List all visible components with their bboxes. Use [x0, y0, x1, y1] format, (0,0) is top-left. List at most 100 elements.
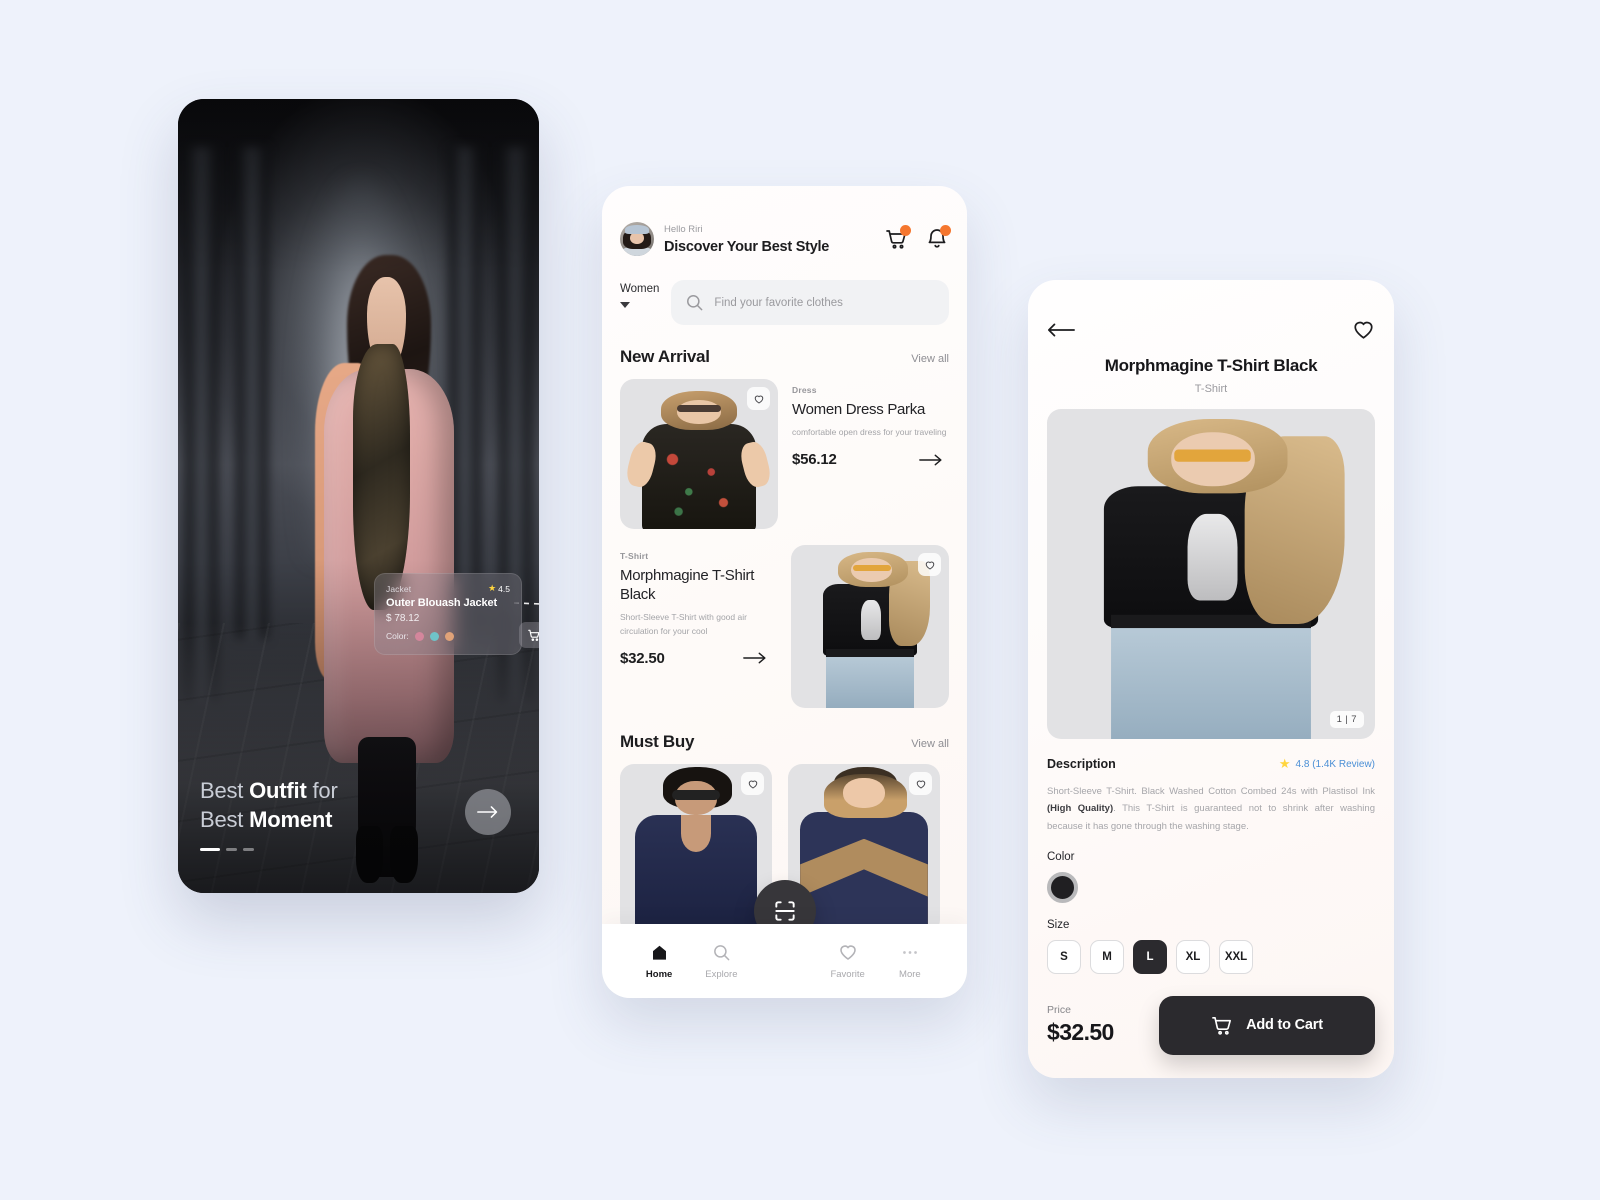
product-card[interactable]: T-Shirt Morphmagine T-Shirt Black Short-…	[620, 545, 949, 708]
phone-hero-screen: Jacket ★ 4.5 Outer Blouash Jacket $ 78.1…	[178, 99, 539, 893]
favorite-button[interactable]	[747, 387, 770, 410]
screenshot-canvas: Jacket ★ 4.5 Outer Blouash Jacket $ 78.1…	[0, 0, 1600, 1200]
cart-button[interactable]	[885, 225, 911, 251]
description-header: Description ★ 4.8 (1.4K Review)	[1047, 756, 1375, 772]
search-placeholder: Find your favorite clothes	[714, 296, 843, 309]
carousel-dot-active[interactable]	[200, 848, 220, 851]
arrow-right-icon[interactable]	[743, 652, 767, 664]
home-title: Discover Your Best Style	[664, 238, 830, 255]
description-text: Short-Sleeve T-Shirt. Black Washed Cotto…	[1047, 783, 1375, 835]
category-filter-dropdown[interactable]: Women	[620, 280, 659, 308]
heart-icon	[754, 395, 763, 404]
view-all-link[interactable]: View all	[911, 738, 949, 750]
tag-add-to-cart-button[interactable]	[519, 622, 539, 648]
product-tag-card[interactable]: Jacket ★ 4.5 Outer Blouash Jacket $ 78.1…	[374, 573, 539, 655]
add-to-cart-label: Add to Cart	[1246, 1017, 1323, 1034]
section-title: Must Buy	[620, 732, 695, 751]
cart-icon	[528, 629, 539, 641]
section-title: New Arrival	[620, 347, 710, 366]
detail-title-block: Morphmagine T-Shirt Black T-Shirt	[1047, 356, 1375, 395]
headline-l2-plain: Best	[200, 806, 250, 832]
home-header: Hello Riri Discover Your Best Style	[620, 186, 951, 256]
product-card[interactable]: Dress Women Dress Parka comfortable open…	[620, 379, 949, 529]
section-header-must-buy: Must Buy View all	[620, 732, 949, 752]
price-value: $32.50	[1047, 1019, 1114, 1046]
nav-item-explore[interactable]: Explore	[690, 943, 752, 980]
search-icon	[713, 944, 730, 960]
section-header-new-arrival: New Arrival View all	[620, 347, 949, 367]
favorite-button[interactable]	[1352, 318, 1375, 346]
favorite-button[interactable]	[741, 772, 764, 795]
search-row: Women Find your favorite clothes	[620, 280, 949, 325]
phone-detail-screen: Morphmagine T-Shirt Black T-Shirt 1 | 7	[1028, 280, 1394, 1078]
tag-title: Outer Blouash Jacket	[386, 597, 498, 609]
hero-headline: Best Outfit for Best Moment	[200, 776, 338, 834]
nav-item-home[interactable]: Home	[628, 943, 690, 980]
heart-icon	[925, 561, 934, 570]
color-swatch-black[interactable]	[1047, 871, 1078, 903]
product-hero-image[interactable]: 1 | 7	[1047, 409, 1375, 739]
carousel-indicator[interactable]	[200, 848, 338, 851]
hero-next-button[interactable]	[465, 789, 511, 835]
size-option-xl[interactable]: XL	[1176, 939, 1210, 974]
size-label: Size	[1047, 918, 1070, 931]
tag-category: Jacket	[386, 583, 412, 594]
color-swatch-teal[interactable]	[429, 631, 439, 641]
size-option-s[interactable]: S	[1047, 939, 1081, 974]
size-option-m[interactable]: M	[1090, 939, 1124, 974]
detail-footer: Price $32.50 Add to Cart	[1047, 995, 1375, 1055]
chevron-down-icon	[620, 302, 630, 308]
add-to-cart-button[interactable]: Add to Cart	[1159, 995, 1375, 1055]
product-description: comfortable open dress for your travelin…	[792, 427, 947, 438]
nav-label: Home	[645, 968, 673, 980]
image-counter: 1 | 7	[1329, 711, 1364, 728]
nav-item-favorite[interactable]: Favorite	[817, 942, 879, 980]
bottom-navigation: Home Explore Favorite More	[602, 924, 967, 998]
heart-icon	[839, 945, 856, 960]
size-selector: S M L XL XXL	[1047, 939, 1375, 974]
detail-topbar	[1047, 280, 1375, 346]
carousel-dot[interactable]	[226, 848, 237, 851]
nav-label: Explore	[705, 968, 738, 980]
scan-icon	[774, 901, 795, 921]
product-name: Morphmagine T-Shirt Black	[620, 567, 755, 604]
user-greeting-block[interactable]: Hello Riri Discover Your Best Style	[620, 222, 829, 256]
tag-rating: ★ 4.5	[488, 583, 510, 594]
color-swatch-peach[interactable]	[444, 631, 454, 641]
carousel-dot[interactable]	[243, 848, 254, 851]
cart-badge	[900, 225, 911, 236]
search-input[interactable]: Find your favorite clothes	[671, 280, 949, 325]
nav-item-more[interactable]: More	[879, 943, 941, 980]
favorite-button[interactable]	[909, 772, 932, 795]
price-label: Price	[1047, 1004, 1071, 1017]
hero-footer: Best Outfit for Best Moment	[200, 776, 338, 851]
category-filter-label: Women	[620, 283, 660, 295]
back-button[interactable]	[1047, 322, 1075, 343]
rating-block[interactable]: ★ 4.8 (1.4K Review)	[1279, 756, 1375, 772]
favorite-button[interactable]	[918, 553, 941, 576]
size-option-l[interactable]: L	[1133, 939, 1167, 974]
product-category: Dress	[792, 385, 817, 395]
color-swatch-pink[interactable]	[414, 631, 424, 641]
home-icon	[652, 945, 666, 960]
heart-icon	[1354, 321, 1373, 339]
heart-icon	[748, 780, 757, 789]
product-image[interactable]	[620, 764, 772, 934]
rating-value: 4.8 (1.4K Review)	[1295, 758, 1375, 770]
color-label: Color	[1047, 850, 1075, 863]
size-option-xxl[interactable]: XXL	[1219, 939, 1253, 974]
product-price: $32.50	[620, 649, 665, 667]
heart-icon	[916, 780, 925, 789]
headline-l1-plain: Best	[200, 777, 250, 803]
product-image[interactable]	[620, 379, 778, 529]
nav-label: More	[899, 968, 921, 980]
arrow-right-icon[interactable]	[919, 454, 943, 466]
view-all-link[interactable]: View all	[911, 353, 949, 365]
product-image[interactable]	[791, 545, 949, 708]
star-icon: ★	[488, 583, 497, 593]
avatar[interactable]	[620, 222, 654, 256]
tag-color-label: Color:	[386, 631, 409, 641]
tshirt-photo-large	[1047, 409, 1375, 739]
notification-button[interactable]	[925, 225, 951, 251]
description-part-1: Short-Sleeve T-Shirt. Black Washed Cotto…	[1047, 786, 1375, 797]
